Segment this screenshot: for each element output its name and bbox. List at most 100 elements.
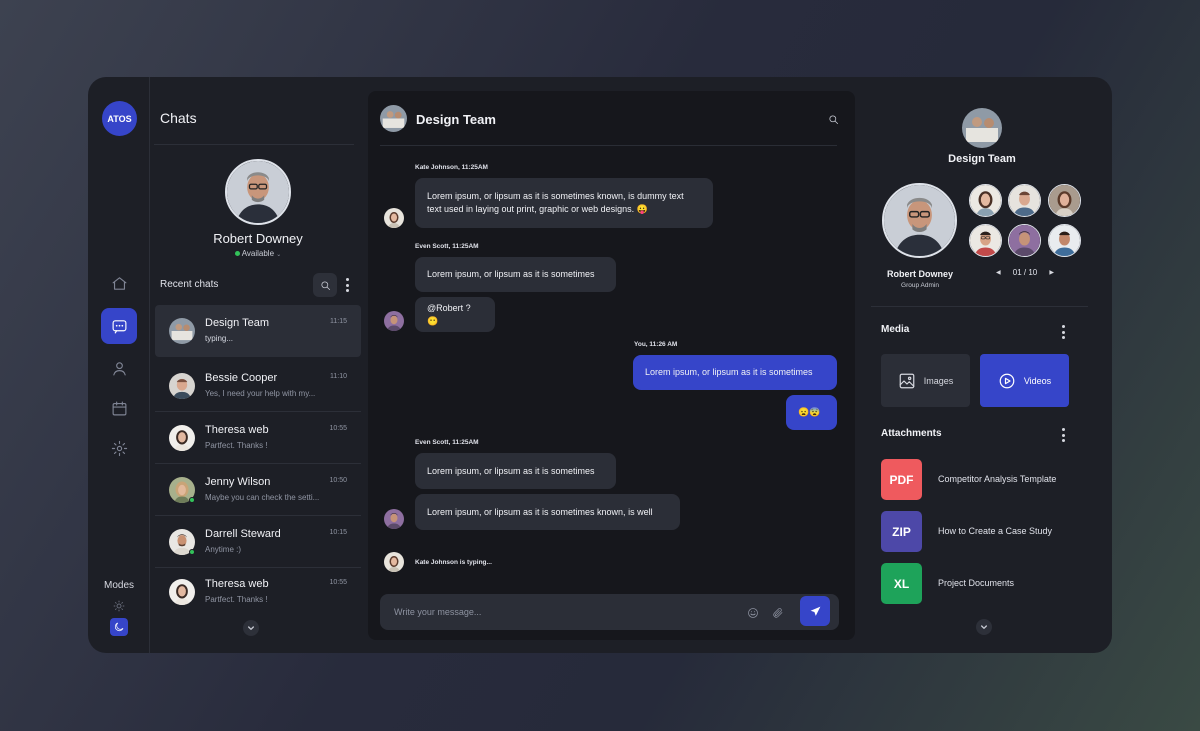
attachments-title: Attachments: [881, 428, 942, 439]
admin-role: Group Admin: [901, 282, 939, 289]
message-text: Lorem ipsum, or lipsum as it is sometime…: [427, 191, 684, 201]
message-text: @Robert ? 😶: [427, 302, 471, 326]
avatar: [169, 425, 195, 451]
chat-preview: typing...: [205, 334, 234, 343]
xl-file-icon[interactable]: XL: [881, 563, 922, 604]
sender-avatar: [384, 311, 404, 331]
chat-preview: Anytime :): [205, 545, 242, 554]
images-button[interactable]: Images: [881, 354, 970, 407]
member-avatar[interactable]: [1048, 184, 1081, 217]
chat-name: Jenny Wilson: [205, 476, 271, 488]
message-text: text used in laying out print, graphic o…: [427, 204, 648, 214]
chat-icon: [112, 319, 126, 333]
my-message-bubble[interactable]: Lorem ipsum, or lipsum as it is sometime…: [633, 355, 837, 390]
media-title: Media: [881, 324, 910, 335]
group-avatar: [962, 108, 1002, 148]
chat-list-item[interactable]: Theresa web Partfect. Thanks ! 10:55: [155, 412, 361, 464]
member-avatar[interactable]: [969, 224, 1002, 257]
avatar: [169, 579, 195, 605]
play-icon: [999, 373, 1015, 388]
chat-list-item[interactable]: Bessie Cooper Yes, I need your help with…: [155, 360, 361, 412]
member-avatar[interactable]: [1008, 224, 1041, 257]
attachment-name[interactable]: How to Create a Case Study: [938, 526, 1052, 536]
search-icon: [829, 115, 839, 125]
recent-chats-label: Recent chats: [160, 279, 219, 290]
nav-settings-button[interactable]: [101, 430, 137, 466]
chat-list-item[interactable]: Theresa web Partfect. Thanks ! 10:55: [155, 566, 361, 618]
details-panel: Design Team Robert Downey Group Admin ◀ …: [869, 77, 1102, 653]
message-meta: Kate Johnson, 11:25AM: [415, 164, 488, 171]
message-bubble[interactable]: Lorem ipsum, or lipsum as it is sometime…: [415, 494, 680, 530]
message-bubble[interactable]: Lorem ipsum, or lipsum as it is sometime…: [415, 453, 616, 489]
my-message-bubble[interactable]: 😦😨: [786, 395, 837, 430]
online-indicator: [189, 549, 195, 555]
attachment-name[interactable]: Project Documents: [938, 578, 1014, 588]
divider: [871, 306, 1088, 307]
message-input[interactable]: [394, 603, 714, 621]
message-meta: Even Scott, 11:25AM: [415, 439, 479, 446]
member-avatar[interactable]: [969, 184, 1002, 217]
chat-preview: Partfect. Thanks !: [205, 441, 268, 450]
pdf-file-icon[interactable]: PDF: [881, 459, 922, 500]
moon-icon: [114, 622, 124, 632]
recent-menu-button[interactable]: [345, 278, 349, 292]
my-name: Robert Downey: [213, 231, 303, 246]
app-window: ATOS Modes Chats Robert Downey Available…: [88, 77, 1112, 653]
message-bubble[interactable]: @Robert ? 😶: [415, 297, 495, 332]
send-button[interactable]: [800, 596, 830, 626]
home-icon: [112, 276, 126, 290]
nav-home-button[interactable]: [101, 265, 137, 301]
nav-calendar-button[interactable]: [101, 390, 137, 426]
member-avatar[interactable]: [1008, 184, 1041, 217]
load-more-chats-button[interactable]: [243, 620, 259, 636]
sun-icon: [113, 600, 125, 612]
nav-profile-button[interactable]: [101, 350, 137, 386]
attachments-menu-button[interactable]: [1061, 428, 1065, 442]
paperclip-icon: [773, 608, 783, 618]
media-menu-button[interactable]: [1061, 325, 1065, 339]
chat-time: 10:55: [329, 425, 347, 432]
my-avatar[interactable]: [225, 159, 291, 225]
message-meta: You, 11:26 AM: [634, 341, 678, 348]
zip-file-icon[interactable]: ZIP: [881, 511, 922, 552]
chat-list-item[interactable]: Design Team typing... 11:15: [155, 305, 361, 357]
chat-name: Design Team: [205, 317, 269, 329]
load-more-attachments-button[interactable]: [976, 619, 992, 635]
my-status[interactable]: Available ⌄: [150, 249, 366, 258]
recent-search-button[interactable]: [313, 273, 337, 297]
attachment-name[interactable]: Competitor Analysis Template: [938, 474, 1056, 484]
dark-mode-button[interactable]: [110, 618, 128, 636]
videos-label: Videos: [1023, 375, 1052, 386]
divider: [154, 144, 354, 145]
attach-button[interactable]: [772, 606, 784, 618]
message-bubble[interactable]: Lorem ipsum, or lipsum as it is sometime…: [415, 178, 713, 228]
nav-rail: ATOS Modes: [88, 77, 150, 653]
brand-logo[interactable]: ATOS: [102, 101, 137, 136]
avatar: [169, 373, 195, 399]
member-pager: ◀ 01 / 10 ▶: [996, 268, 1054, 277]
chat-list-item[interactable]: Darrell Steward Anytime :) 10:15: [155, 516, 361, 568]
chevron-down-icon: [248, 626, 254, 630]
send-icon: [810, 606, 820, 616]
emoji-button[interactable]: [747, 606, 759, 618]
conversation-search-button[interactable]: [828, 112, 839, 130]
pager-next-button[interactable]: ▶: [1049, 269, 1054, 276]
modes-label: Modes: [103, 580, 134, 591]
admin-name: Robert Downey: [886, 269, 953, 279]
message-bubble[interactable]: Lorem ipsum, or lipsum as it is sometime…: [415, 257, 616, 292]
typing-avatar: [384, 552, 404, 572]
emoji-icon: [748, 608, 758, 618]
chat-time: 11:10: [330, 373, 347, 380]
videos-button[interactable]: Videos: [980, 354, 1069, 407]
chat-time: 10:50: [329, 477, 347, 484]
nav-chat-button[interactable]: [101, 308, 137, 344]
member-avatar[interactable]: [1048, 224, 1081, 257]
chat-name: Theresa web: [205, 578, 269, 590]
divider: [380, 145, 837, 146]
pager-prev-button[interactable]: ◀: [996, 269, 1001, 276]
light-mode-button[interactable]: [110, 597, 128, 615]
admin-avatar[interactable]: [882, 183, 957, 258]
chat-time: 11:15: [330, 318, 347, 325]
chat-name: Theresa web: [205, 424, 269, 436]
chat-list-item[interactable]: Jenny Wilson Maybe you can check the set…: [155, 464, 361, 516]
